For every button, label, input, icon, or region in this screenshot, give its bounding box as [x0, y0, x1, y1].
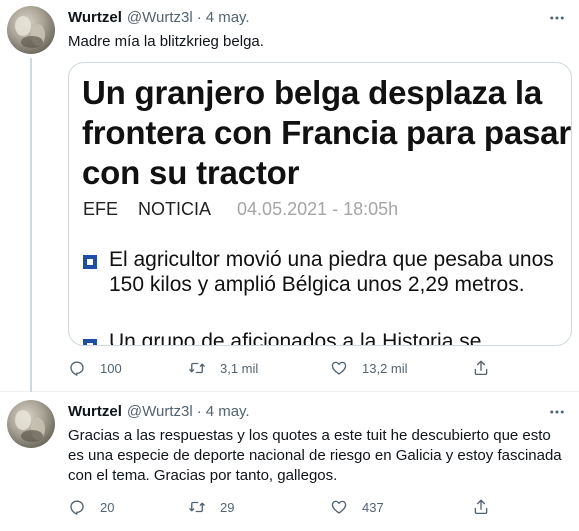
- heart-icon: [331, 500, 347, 514]
- article-paragraph: Un grupo de aficionados a la Historia se: [109, 330, 482, 346]
- retweet-count: 3,1 mil: [220, 360, 259, 376]
- author-handle[interactable]: @Wurtz3l: [127, 402, 193, 422]
- reply-icon: [70, 361, 84, 376]
- separator-dot: ·: [196, 403, 202, 420]
- tweet-header: Wurtzel @Wurtz3l · 4 may.: [68, 402, 250, 422]
- like-count: 437: [362, 499, 384, 515]
- thread-line: [30, 58, 32, 392]
- tweet[interactable]: Wurtzel @Wurtz3l · 4 may. Madre mía la b…: [0, 0, 579, 392]
- like-button[interactable]: 437: [330, 497, 384, 517]
- retweet-icon: [189, 362, 205, 374]
- author-handle[interactable]: @Wurtz3l: [127, 8, 193, 28]
- tweet-date[interactable]: 4 may.: [206, 402, 250, 422]
- like-button[interactable]: 13,2 mil: [330, 358, 408, 378]
- reply-count: 20: [100, 499, 115, 515]
- separator-dot: ·: [196, 9, 202, 26]
- like-count: 13,2 mil: [362, 360, 408, 376]
- tweet-date[interactable]: 4 may.: [206, 8, 250, 28]
- tweet-header: Wurtzel @Wurtz3l · 4 may.: [68, 8, 250, 28]
- tweet-text: Gracias a las respuestas y los quotes a …: [68, 427, 562, 484]
- article-timestamp: 04.05.2021 - 18:05h: [237, 199, 399, 219]
- reply-count: 100: [100, 360, 122, 376]
- retweet-count: 29: [220, 499, 235, 515]
- tweet[interactable]: Wurtzel @Wurtz3l · 4 may. Gracias a las …: [0, 392, 579, 531]
- share-button[interactable]: [472, 358, 490, 378]
- author-name[interactable]: Wurtzel: [68, 402, 122, 422]
- avatar[interactable]: [7, 400, 55, 448]
- bullet-square: [83, 339, 97, 345]
- article-meta: EFE NOTICIA 04.05.2021 - 18:05h: [83, 198, 398, 220]
- reply-button[interactable]: 20: [68, 497, 114, 517]
- author-name[interactable]: Wurtzel: [68, 8, 122, 28]
- bullet-square: [83, 255, 97, 269]
- reply-button[interactable]: 100: [68, 358, 122, 378]
- share-icon: [474, 499, 488, 515]
- retweet-button[interactable]: 3,1 mil: [188, 358, 258, 378]
- retweet-button[interactable]: 29: [188, 497, 234, 517]
- tweet-text: Madre mía la blitzkrieg belga.: [68, 33, 264, 50]
- retweet-icon: [189, 501, 205, 513]
- article-category: NOTICIA: [138, 199, 212, 219]
- reply-icon: [70, 500, 84, 515]
- share-icon: [474, 360, 488, 376]
- article-paragraph: El agricultor movió una piedra que pesab…: [109, 248, 554, 296]
- article-headline: Un granjero belga desplaza la frontera c…: [82, 74, 571, 191]
- more-icon[interactable]: [547, 8, 567, 28]
- share-button[interactable]: [472, 497, 490, 517]
- tweet-actions: 100 3,1 mil 13,2 mil: [68, 358, 498, 378]
- tweet-actions: 20 29 437: [68, 497, 498, 517]
- avatar[interactable]: [7, 6, 55, 54]
- article-source: EFE: [83, 199, 119, 219]
- more-icon[interactable]: [547, 402, 567, 422]
- tweet-media-image[interactable]: Un granjero belga desplaza la frontera c…: [68, 62, 572, 346]
- heart-icon: [331, 361, 347, 375]
